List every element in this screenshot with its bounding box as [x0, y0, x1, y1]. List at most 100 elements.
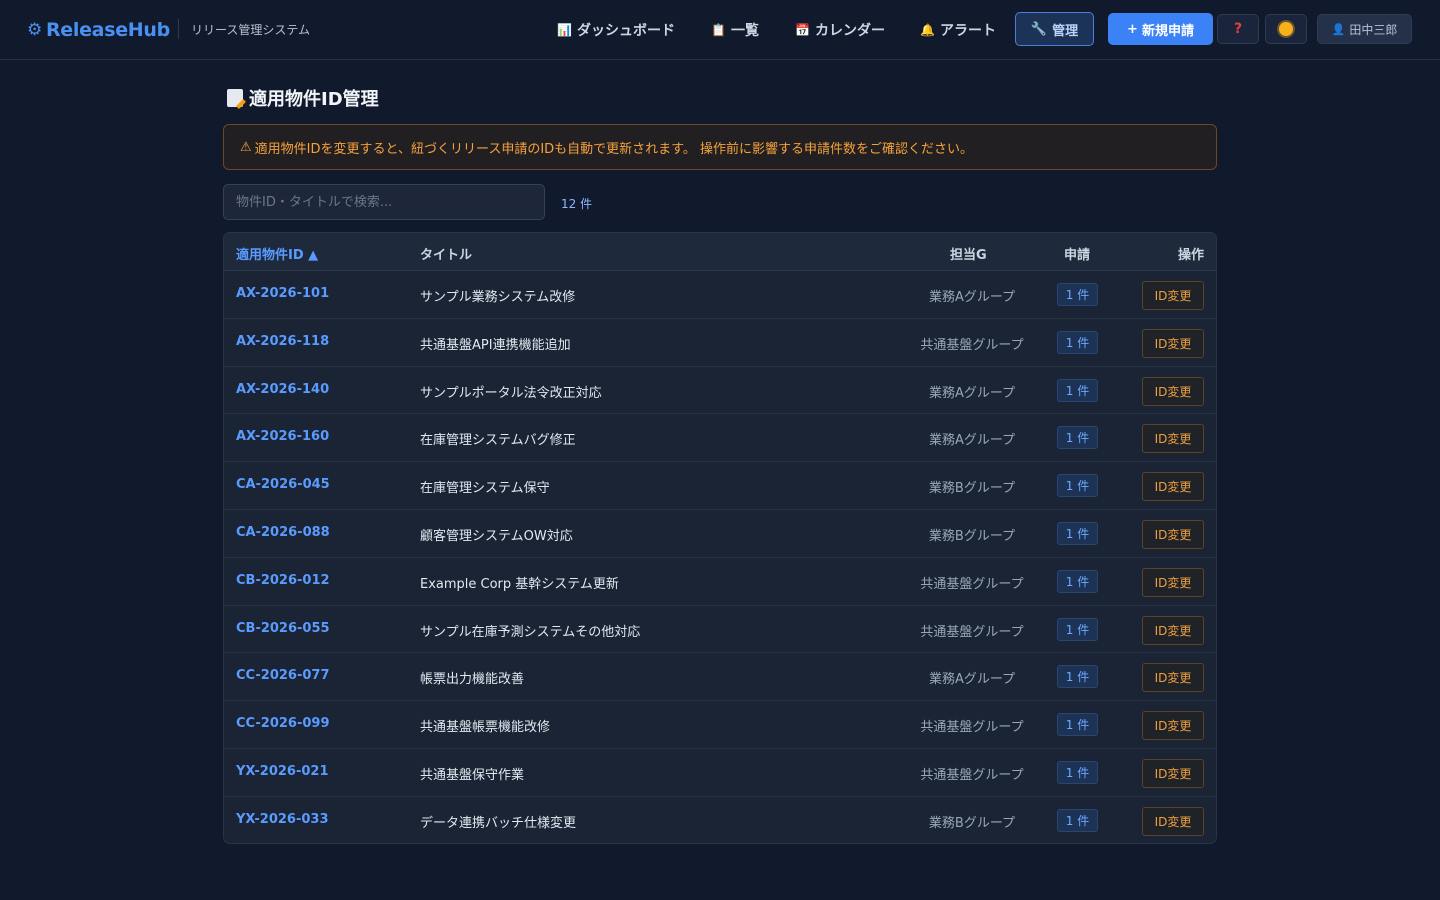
chart-icon: 📊: [557, 23, 572, 37]
nav-alert-label: アラート: [939, 23, 996, 39]
manage-button[interactable]: 🔧 管理: [1015, 12, 1094, 46]
row-title: データ連携バッチ仕様変更: [420, 815, 577, 831]
property-id-link[interactable]: AX-2026-160: [236, 429, 329, 444]
table-row: AX-2026-140 サンプルポータル法令改正対応 業務Aグループ 1 件 ID変更: [224, 367, 1216, 415]
nav-list[interactable]: 📋 一覧: [711, 14, 759, 46]
property-id-link[interactable]: AX-2026-140: [236, 382, 329, 397]
row-title: 帳票出力機能改善: [420, 672, 525, 688]
property-id-link[interactable]: CC-2026-099: [236, 716, 330, 731]
request-count-badge[interactable]: 1 件: [1057, 378, 1098, 402]
property-id-link[interactable]: CC-2026-077: [236, 668, 330, 683]
row-group: 業務Bグループ: [928, 481, 1016, 497]
change-id-button[interactable]: ID変更: [1142, 663, 1204, 693]
request-count-badge[interactable]: 1 件: [1057, 665, 1098, 689]
row-title: サンプルポータル法令改正対応: [420, 385, 602, 401]
page-title: 適用物件ID管理: [227, 85, 379, 111]
request-count-badge[interactable]: 1 件: [1057, 808, 1098, 832]
row-group: 業務Aグループ: [928, 433, 1016, 449]
clipboard-icon: 📋: [711, 23, 726, 37]
request-count-badge[interactable]: 1 件: [1057, 426, 1098, 450]
nav-dashboard[interactable]: 📊 ダッシュボード: [557, 14, 675, 46]
top-navbar: ⚙ ReleaseHub リリース管理システム 📊 ダッシュボード 📋 一覧 📅…: [0, 0, 1440, 60]
brand-name: ReleaseHub: [45, 19, 170, 41]
table-row: CC-2026-077 帳票出力機能改善 業務Aグループ 1 件 ID変更: [224, 653, 1216, 702]
table-row: YX-2026-021 共通基盤保守作業 共通基盤グループ 1 件 ID変更: [224, 749, 1216, 797]
nav-dashboard-label: ダッシュボード: [576, 23, 675, 39]
change-id-button[interactable]: ID変更: [1142, 758, 1204, 788]
row-title: 在庫管理システム保守: [420, 481, 550, 497]
row-group: 業務Bグループ: [928, 815, 1016, 831]
new-request-label: 新規申請: [1141, 23, 1194, 39]
request-count-badge[interactable]: 1 件: [1057, 713, 1098, 737]
change-id-button[interactable]: ID変更: [1142, 281, 1204, 310]
change-id-button[interactable]: ID変更: [1142, 711, 1204, 741]
row-group: 業務Aグループ: [928, 385, 1016, 401]
new-request-button[interactable]: + 新規申請: [1108, 13, 1213, 45]
change-id-button[interactable]: ID変更: [1142, 806, 1204, 836]
request-count-badge[interactable]: 1 件: [1057, 617, 1098, 641]
table-body: AX-2026-101 サンプル業務システム改修 業務Aグループ 1 件 ID変更 AX-…: [224, 271, 1216, 843]
row-group: 共通基盤グループ: [920, 720, 1024, 736]
row-title: サンプル在庫予測システムその他対応: [420, 624, 641, 640]
request-count-badge[interactable]: 1 件: [1057, 330, 1098, 354]
row-title: 顧客管理システムOW対応: [420, 528, 573, 544]
request-count-badge[interactable]: 1 件: [1057, 521, 1098, 545]
help-button[interactable]: ?: [1217, 14, 1259, 44]
change-id-button[interactable]: ID変更: [1142, 472, 1204, 502]
request-count-badge[interactable]: 1 件: [1057, 569, 1098, 593]
brand-subtitle: リリース管理システム: [191, 23, 311, 37]
row-group: 共通基盤グループ: [920, 624, 1024, 640]
property-id-link[interactable]: YX-2026-033: [236, 812, 329, 827]
table-row: YX-2026-033 データ連携バッチ仕様変更 業務Bグループ 1 件 ID変更: [224, 797, 1216, 843]
nav-calendar[interactable]: 📅 カレンダー: [795, 14, 885, 46]
row-group: 共通基盤グループ: [920, 767, 1024, 783]
result-count: 12 件: [561, 197, 593, 211]
property-id-link[interactable]: CA-2026-045: [236, 477, 330, 492]
row-title: Example Corp 基幹システム更新: [420, 576, 619, 592]
row-title: 共通基盤保守作業: [420, 767, 525, 783]
column-header-actions: 操作: [1177, 248, 1204, 263]
manage-label: 管理: [1052, 23, 1079, 39]
page-title-text: 適用物件ID管理: [249, 89, 379, 110]
table-row: AX-2026-160 在庫管理システムバグ修正 業務Aグループ 1 件 ID変更: [224, 414, 1216, 463]
brand-divider: [178, 19, 179, 39]
table-row: CB-2026-012 Example Corp 基幹システム更新 共通基盤グループ…: [224, 558, 1216, 606]
column-header-id[interactable]: 適用物件ID ▲: [236, 244, 318, 263]
property-id-link[interactable]: YX-2026-021: [236, 764, 329, 779]
change-id-button[interactable]: ID変更: [1142, 519, 1204, 549]
row-group: 共通基盤グループ: [920, 576, 1024, 592]
bell-icon: 🔔: [920, 23, 935, 37]
request-count-badge[interactable]: 1 件: [1057, 474, 1098, 498]
column-header-group: 担当G: [950, 248, 987, 263]
property-id-link[interactable]: CB-2026-055: [236, 621, 330, 636]
calendar-icon: 📅: [795, 23, 810, 37]
change-id-button[interactable]: ID変更: [1142, 567, 1204, 597]
change-id-button[interactable]: ID変更: [1142, 376, 1204, 406]
change-id-button[interactable]: ID変更: [1142, 424, 1204, 454]
column-header-title: タイトル: [420, 248, 473, 263]
memo-icon: [227, 89, 243, 107]
table-row: CA-2026-088 顧客管理システムOW対応 業務Bグループ 1 件 ID変更: [224, 510, 1216, 558]
change-id-button[interactable]: ID変更: [1142, 615, 1204, 645]
property-id-link[interactable]: CA-2026-088: [236, 525, 330, 540]
request-count-badge[interactable]: 1 件: [1057, 760, 1098, 784]
nav-alert[interactable]: 🔔 アラート: [920, 14, 996, 46]
property-id-link[interactable]: AX-2026-118: [236, 334, 329, 349]
property-id-link[interactable]: CB-2026-012: [236, 573, 330, 588]
sun-icon: [1279, 22, 1293, 36]
theme-toggle-button[interactable]: [1265, 14, 1307, 44]
property-id-link[interactable]: AX-2026-101: [236, 286, 329, 301]
change-id-button[interactable]: ID変更: [1142, 328, 1204, 358]
user-icon: 👤: [1331, 22, 1346, 36]
row-group: 業務Aグループ: [928, 672, 1016, 688]
request-count-badge[interactable]: 1 件: [1057, 283, 1098, 306]
nav-calendar-label: カレンダー: [814, 23, 885, 39]
search-input[interactable]: [223, 184, 545, 220]
table-row: CA-2026-045 在庫管理システム保守 業務Bグループ 1 件 ID変更: [224, 462, 1216, 510]
row-title: 共通基盤帳票機能改修: [420, 720, 551, 736]
brand-logo[interactable]: ⚙ ReleaseHub: [27, 17, 170, 43]
user-menu-button[interactable]: 👤 田中三郎: [1317, 14, 1412, 44]
table-row: CB-2026-055 サンプル在庫予測システムその他対応 共通基盤グループ 1 件 I…: [224, 606, 1216, 654]
question-icon: ?: [1233, 21, 1243, 37]
row-group: 業務Bグループ: [928, 528, 1016, 544]
